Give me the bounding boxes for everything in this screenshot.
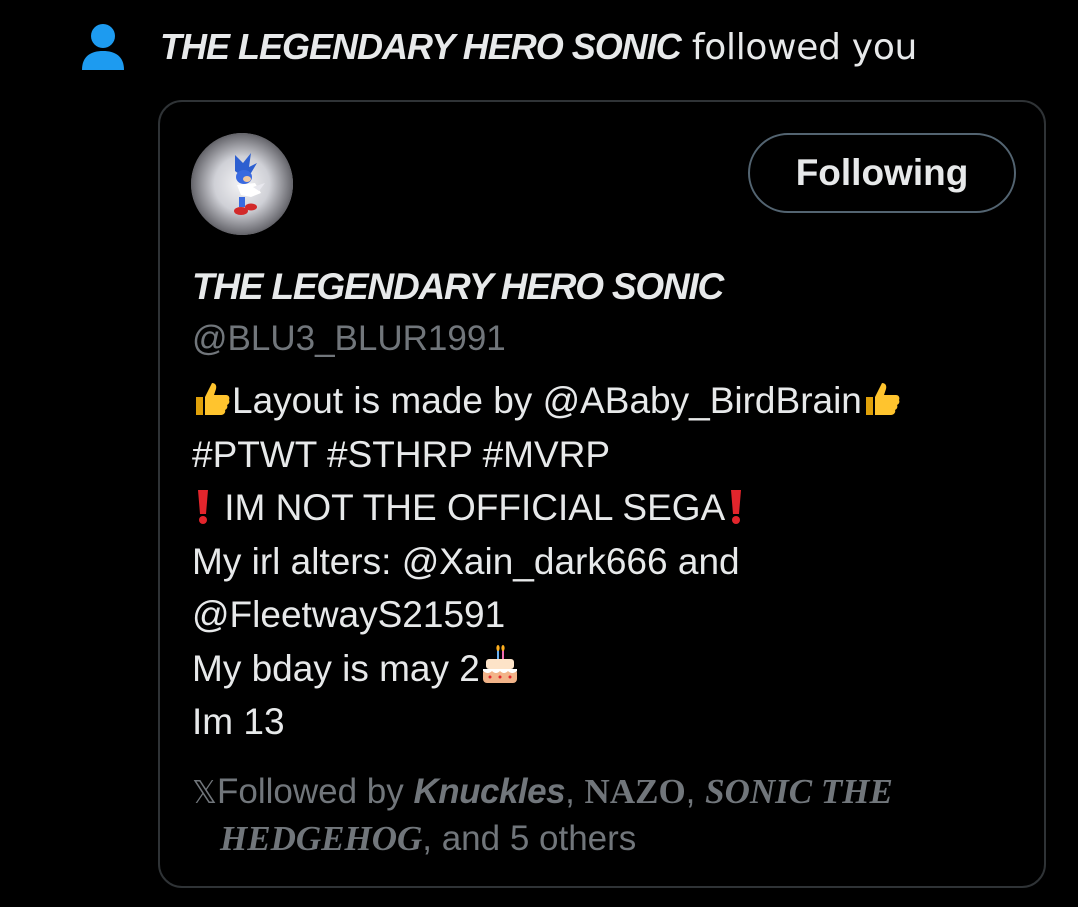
follower-name: SONIC THE — [705, 772, 893, 811]
x-logo-icon: 𝕏 — [192, 775, 217, 811]
follower-name: HEDGEHOG — [220, 819, 423, 858]
followed-by[interactable]: 𝕏Followed by Knuckles, NAZO, SONIC THE H… — [192, 768, 1012, 862]
followed-by-prefix: Followed by — [216, 772, 414, 811]
bio-text: My irl alters: — [192, 540, 402, 582]
bio-text: Im 13 — [192, 701, 285, 742]
notification-action: followed you — [680, 27, 918, 68]
bio-line-2: #PTWT #STHRP #MVRP — [192, 428, 1022, 482]
bio-line-5: @FleetwayS21591 — [192, 588, 1022, 642]
bio-mention-link[interactable]: @FleetwayS21591 — [192, 594, 505, 635]
follower-name: Knuckles — [413, 772, 566, 811]
red-exclamation-emoji — [192, 486, 214, 541]
bio-line-4: My irl alters: @Xain_dark666 and — [192, 535, 1022, 589]
bio-text: IM NOT THE OFFICIAL SEGA — [214, 487, 726, 528]
user-card[interactable]: Following THE LEGENDARY HERO SONIC @BLU3… — [158, 100, 1046, 888]
bio-text: and — [667, 540, 740, 582]
bio-mention-link[interactable]: @Xain_dark666 — [402, 541, 668, 582]
bio-hashtags[interactable]: #PTWT #STHRP #MVRP — [192, 434, 610, 475]
birthday-cake-emoji — [480, 644, 520, 702]
thumbs-up-emoji — [192, 379, 232, 434]
bio-text: My bday is may 2 — [192, 647, 480, 689]
separator: , — [685, 772, 706, 811]
followed-by-line-1: 𝕏Followed by Knuckles, NAZO, SONIC THE — [192, 768, 1012, 815]
display-name[interactable]: THE LEGENDARY HERO SONIC — [192, 264, 724, 310]
followed-by-suffix: , and 5 others — [422, 819, 637, 858]
bio-text: Layout is made by — [232, 380, 543, 421]
bio-line-1: Layout is made by @ABaby_BirdBrain — [192, 374, 1022, 428]
user-handle[interactable]: @BLU3_BLUR1991 — [192, 317, 506, 361]
separator: , — [565, 772, 585, 811]
notification-text: THE LEGENDARY HERO SONIC followed you — [160, 25, 917, 70]
follower-name-link[interactable]: THE LEGENDARY HERO SONIC — [160, 26, 682, 67]
thumbs-up-emoji — [862, 379, 902, 434]
avatar[interactable] — [191, 133, 293, 235]
followed-by-line-2: HEDGEHOG, and 5 others — [192, 815, 1012, 862]
follower-name: NAZO — [584, 772, 686, 811]
red-exclamation-emoji — [725, 486, 747, 541]
bio-line-7: Im 13 — [192, 695, 1022, 749]
bio: Layout is made by @ABaby_BirdBrain #PTWT… — [192, 374, 1022, 749]
person-icon — [82, 24, 124, 70]
bio-line-6: My bday is may 2 — [192, 642, 1022, 696]
bio-mention-link[interactable]: @ABaby_BirdBrain — [543, 380, 862, 421]
bio-line-3: IM NOT THE OFFICIAL SEGA — [192, 481, 1022, 535]
following-button[interactable]: Following — [748, 133, 1016, 213]
avatar-image — [191, 133, 293, 235]
